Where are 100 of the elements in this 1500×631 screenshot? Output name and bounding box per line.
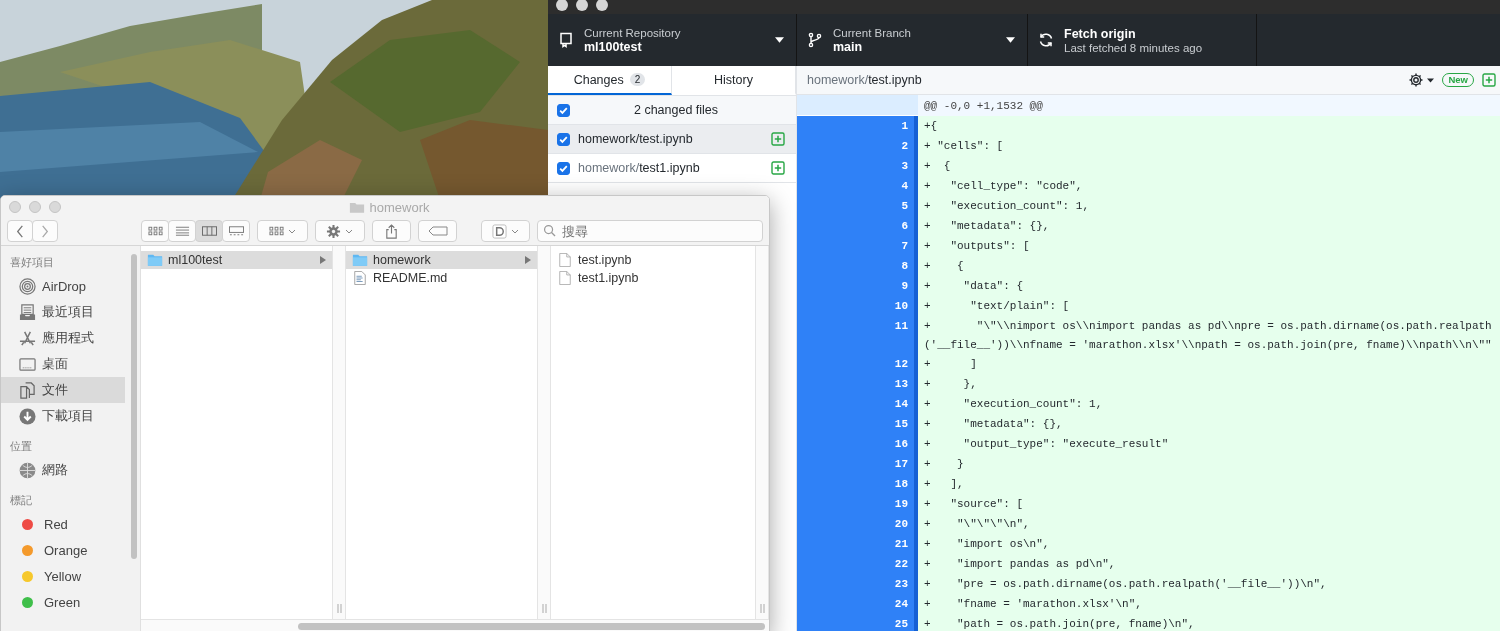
- sidebar-item[interactable]: Orange: [1, 537, 125, 563]
- line-number: 2: [859, 136, 918, 156]
- file-item[interactable]: README.md: [346, 269, 537, 287]
- settings-icon: [1408, 72, 1425, 88]
- file-item[interactable]: test.ipynb: [551, 251, 755, 269]
- file-path: homework/test.ipynb: [807, 73, 923, 87]
- line-number: 16: [859, 434, 918, 454]
- sidebar-item[interactable]: 下載項目: [1, 403, 125, 429]
- file-item[interactable]: homework: [346, 251, 537, 269]
- sidebar-item[interactable]: Yellow: [1, 563, 125, 589]
- caret-icon: [1006, 37, 1015, 43]
- line-number: 1: [859, 116, 918, 136]
- line-number: 14: [859, 394, 918, 414]
- documents-icon: [19, 381, 36, 399]
- sidebar-item[interactable]: 最近項目: [1, 299, 125, 325]
- scrollbar[interactable]: [131, 254, 137, 559]
- airdrop-icon: [19, 277, 36, 295]
- sidebar-item[interactable]: Green: [1, 589, 125, 615]
- added-icon: [771, 161, 785, 175]
- share-icon: [384, 223, 400, 239]
- checkbox[interactable]: [557, 161, 570, 175]
- section-heading: 標記: [9, 493, 33, 508]
- download-icon: [19, 407, 36, 425]
- action-button[interactable]: [314, 220, 366, 242]
- line-number: 17: [859, 454, 918, 474]
- line-number: 18: [859, 474, 918, 494]
- window-button[interactable]: [596, 0, 608, 11]
- view-button[interactable]: [168, 220, 196, 242]
- sidebar-item[interactable]: 網路: [1, 457, 125, 483]
- file-icon: [557, 253, 573, 267]
- file-item[interactable]: test1.ipynb: [551, 269, 755, 287]
- window-button[interactable]: [576, 0, 588, 11]
- columns-icon: [201, 226, 217, 236]
- line-number: 22: [859, 554, 918, 574]
- chevron-left-icon: [16, 224, 24, 238]
- line-number: 23: [859, 574, 918, 594]
- line-gutter: [797, 95, 859, 115]
- added-icon: [1482, 73, 1496, 87]
- group-button[interactable]: [257, 220, 308, 242]
- tab[interactable]: History: [672, 66, 796, 95]
- box-icon: [492, 223, 508, 239]
- sidebar-item[interactable]: 文件: [1, 377, 125, 403]
- line-number: 7: [859, 236, 918, 256]
- sidebar-item[interactable]: AirDrop: [1, 273, 125, 299]
- changed-files-label: 2 changed files: [632, 103, 720, 117]
- desktop-icon: [19, 355, 36, 373]
- gallery-icon: [228, 226, 244, 236]
- count-badge: 2: [629, 73, 646, 86]
- resize-handle-icon[interactable]: [336, 604, 342, 613]
- sidebar-item[interactable]: 桌面: [1, 351, 125, 377]
- line-number: 20: [859, 514, 918, 534]
- chevron-down-icon: [345, 228, 354, 234]
- line-number: 25: [859, 614, 918, 631]
- caret-icon: [1427, 77, 1435, 83]
- sidebar-item[interactable]: Red: [1, 511, 125, 537]
- resize-handle-icon[interactable]: [759, 604, 765, 613]
- file-item[interactable]: ml100test: [141, 251, 332, 269]
- repository-dropdown[interactable]: Current Repository ml100test: [548, 14, 797, 66]
- folder-icon: [352, 253, 368, 267]
- file-row[interactable]: homework/test.ipynb: [548, 125, 796, 154]
- line-number: 9: [859, 276, 918, 296]
- sync-icon: [1038, 32, 1054, 48]
- resize-handle-icon[interactable]: [541, 604, 547, 613]
- extension-button[interactable]: [481, 220, 530, 242]
- line-number: 3: [859, 156, 918, 176]
- view-button[interactable]: [141, 220, 169, 242]
- added-icon: [771, 132, 785, 146]
- branch-icon: [807, 32, 823, 48]
- search-field[interactable]: 搜尋: [537, 220, 763, 242]
- file-path: homework/test.ipynb: [578, 132, 694, 146]
- window-button[interactable]: [556, 0, 568, 11]
- file-row[interactable]: homework/test1.ipynb: [548, 154, 796, 183]
- line-number: 19: [859, 494, 918, 514]
- tray-icon: [19, 303, 36, 321]
- sidebar-item[interactable]: 應用程式: [1, 325, 125, 351]
- line-number: 11: [859, 316, 918, 354]
- line-number: 4: [859, 176, 918, 196]
- line-number: 24: [859, 594, 918, 614]
- tag-button[interactable]: [418, 220, 458, 242]
- view-button[interactable]: [222, 220, 250, 242]
- line-gutter: [859, 95, 918, 115]
- back-button[interactable]: [7, 220, 33, 242]
- view-button[interactable]: [195, 220, 223, 242]
- folder-icon: [147, 253, 163, 267]
- forward-button[interactable]: [32, 220, 58, 242]
- section-heading: 位置: [9, 439, 33, 454]
- list-icon: [174, 226, 190, 236]
- chevron-right-icon: [41, 224, 49, 238]
- caret-icon: [775, 37, 784, 43]
- checkbox[interactable]: [557, 103, 570, 117]
- chevron-down-icon: [287, 228, 296, 234]
- settings-icon: [326, 223, 342, 239]
- chevron-down-icon: [511, 228, 520, 234]
- settings-button[interactable]: [1408, 72, 1435, 88]
- checkbox[interactable]: [557, 132, 570, 146]
- line-number: 21: [859, 534, 918, 554]
- share-button[interactable]: [372, 220, 412, 242]
- section-heading: 喜好項目: [9, 255, 55, 270]
- scrollbar[interactable]: [298, 623, 765, 630]
- line-number: 6: [859, 216, 918, 236]
